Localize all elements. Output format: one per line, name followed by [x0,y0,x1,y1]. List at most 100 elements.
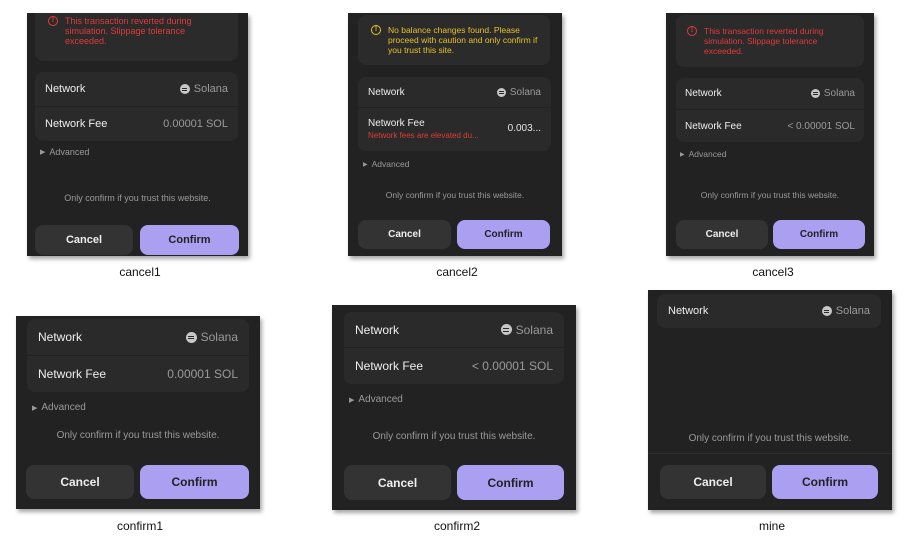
confirm-button[interactable]: Confirm [140,225,239,255]
transaction-details-card: Network Solana Network Fee Network fees … [358,77,551,151]
trust-message: Only confirm if you trust this website. [688,433,852,444]
network-fee-row: Network Fee Network fees are elevated du… [358,108,551,151]
network-fee-value: 0.00001 SOL [167,367,238,381]
triangle-right-icon: ▶ [349,396,355,404]
cancel-button[interactable]: Cancel [344,465,451,500]
warning-text: This transaction reverted during simulat… [704,26,824,56]
advanced-toggle[interactable]: ▶ Advanced [40,147,89,157]
solana-icon [500,324,512,335]
network-row: Network Solana [358,77,551,107]
network-fee-row: Network Fee 0.00001 SOL [27,356,249,392]
transaction-details-card: Network Solana Network Fee < 0.00001 SOL [676,78,864,142]
solana-icon [185,331,197,343]
cancel-button[interactable]: Cancel [660,465,766,499]
advanced-label: Advanced [358,394,403,405]
network-value: Solana [185,330,238,344]
network-fee-value: 0.00001 SOL [163,118,228,130]
transaction-details-card: Network Solana Network Fee 0.00001 SOL [35,72,238,141]
advanced-label: Advanced [371,159,410,169]
transaction-details-card: Network Solana Network Fee < 0.00001 SOL [344,312,564,384]
network-fee-value: 0.003... [507,123,541,134]
network-fee-row: Network Fee < 0.00001 SOL [344,348,564,384]
caption-cancel3: cancel3 [752,265,794,279]
network-value: Solana [810,88,855,99]
network-label: Network [685,88,722,99]
trust-message: Only confirm if you trust this website. [385,190,525,200]
network-name: Solana [200,330,238,344]
caption-confirm1: confirm1 [116,519,163,533]
screenshot-cancel3: ! This transaction reverted during simul… [666,13,874,256]
network-value: Solana [179,83,228,95]
cancel-button[interactable]: Cancel [358,220,451,249]
warning-text: No balance changes found. Please proceed… [388,25,538,55]
caption-cancel2: cancel2 [436,265,478,279]
confirm-button[interactable]: Confirm [773,220,865,249]
screenshot-cancel1: ! This transaction reverted during simul… [27,13,248,256]
advanced-label: Advanced [49,147,90,157]
solana-icon [179,84,190,94]
network-label: Network [45,83,86,95]
footer-divider [648,453,892,454]
network-fee-value: < 0.00001 SOL [787,120,855,132]
trust-message: Only confirm if you trust this website. [64,193,211,203]
confirm-button[interactable]: Confirm [772,465,878,499]
confirm-button[interactable]: Confirm [140,465,249,499]
cancel-button[interactable]: Cancel [26,465,134,499]
network-row: Network Solana [27,319,249,355]
network-fee-label: Network Fee [38,367,107,381]
triangle-right-icon: ▶ [680,151,685,158]
network-fee-label: Network Fee [355,359,424,373]
triangle-right-icon: ▶ [40,149,46,156]
caption-confirm2: confirm2 [433,519,480,533]
network-value: Solana [496,86,541,98]
network-fee-label: Network Fee [45,118,108,130]
network-fee-value: < 0.00001 SOL [471,359,553,373]
warning-circle-icon: ! [687,26,697,36]
solana-icon [821,306,832,316]
error-warning-box: ! This transaction reverted during simul… [35,13,238,61]
screenshot-cancel2: ! No balance changes found. Please proce… [348,13,562,256]
advanced-label: Advanced [41,402,86,413]
caption-mine: mine [758,519,785,533]
network-row: Network Solana [344,312,564,347]
network-fee-row: Network Fee < 0.00001 SOL [676,110,864,142]
network-name: Solana [823,88,855,99]
warning-circle-icon: ! [48,16,58,26]
network-fee-row: Network Fee 0.00001 SOL [35,107,238,141]
cancel-button[interactable]: Cancel [35,225,133,255]
trust-message: Only confirm if you trust this website. [56,430,220,441]
advanced-toggle[interactable]: ▶ Advanced [363,159,409,169]
network-value: Solana [821,305,870,317]
confirm-button[interactable]: Confirm [457,220,550,249]
network-name: Solana [835,305,870,317]
network-fee-warning: Network fees are elevated du... [368,131,479,140]
trust-message: Only confirm if you trust this website. [372,431,536,442]
confirm-button[interactable]: Confirm [457,465,564,500]
advanced-toggle[interactable]: ▶ Advanced [680,149,726,159]
network-label: Network [38,330,83,344]
screenshot-mine: Network Solana Only confirm if you trust… [648,290,892,510]
solana-icon [496,87,506,97]
cancel-button[interactable]: Cancel [676,220,768,249]
trust-message: Only confirm if you trust this website. [700,190,840,200]
network-value: Solana [500,322,553,337]
network-fee-label: Network Fee [368,118,425,129]
warning-text: This transaction reverted during simulat… [65,16,192,46]
advanced-label: Advanced [688,149,727,159]
advanced-toggle[interactable]: ▶ Advanced [32,402,86,413]
advanced-toggle[interactable]: ▶ Advanced [349,394,403,405]
triangle-right-icon: ▶ [363,161,368,168]
caution-warning-box: ! No balance changes found. Please proce… [358,15,550,65]
error-warning-box: ! This transaction reverted during simul… [676,15,864,67]
network-fee-label: Network Fee [685,120,742,132]
network-label: Network [368,86,405,98]
network-name: Solana [515,322,553,337]
caption-cancel1: cancel1 [119,265,161,279]
transaction-details-card: Network Solana [657,294,881,328]
network-label: Network [355,322,400,337]
network-name: Solana [509,86,541,98]
triangle-right-icon: ▶ [32,404,38,412]
network-name: Solana [193,83,228,95]
screenshot-confirm1: Network Solana Network Fee 0.00001 SOL ▶… [16,316,260,509]
screenshot-confirm2: Network Solana Network Fee < 0.00001 SOL… [332,305,576,510]
